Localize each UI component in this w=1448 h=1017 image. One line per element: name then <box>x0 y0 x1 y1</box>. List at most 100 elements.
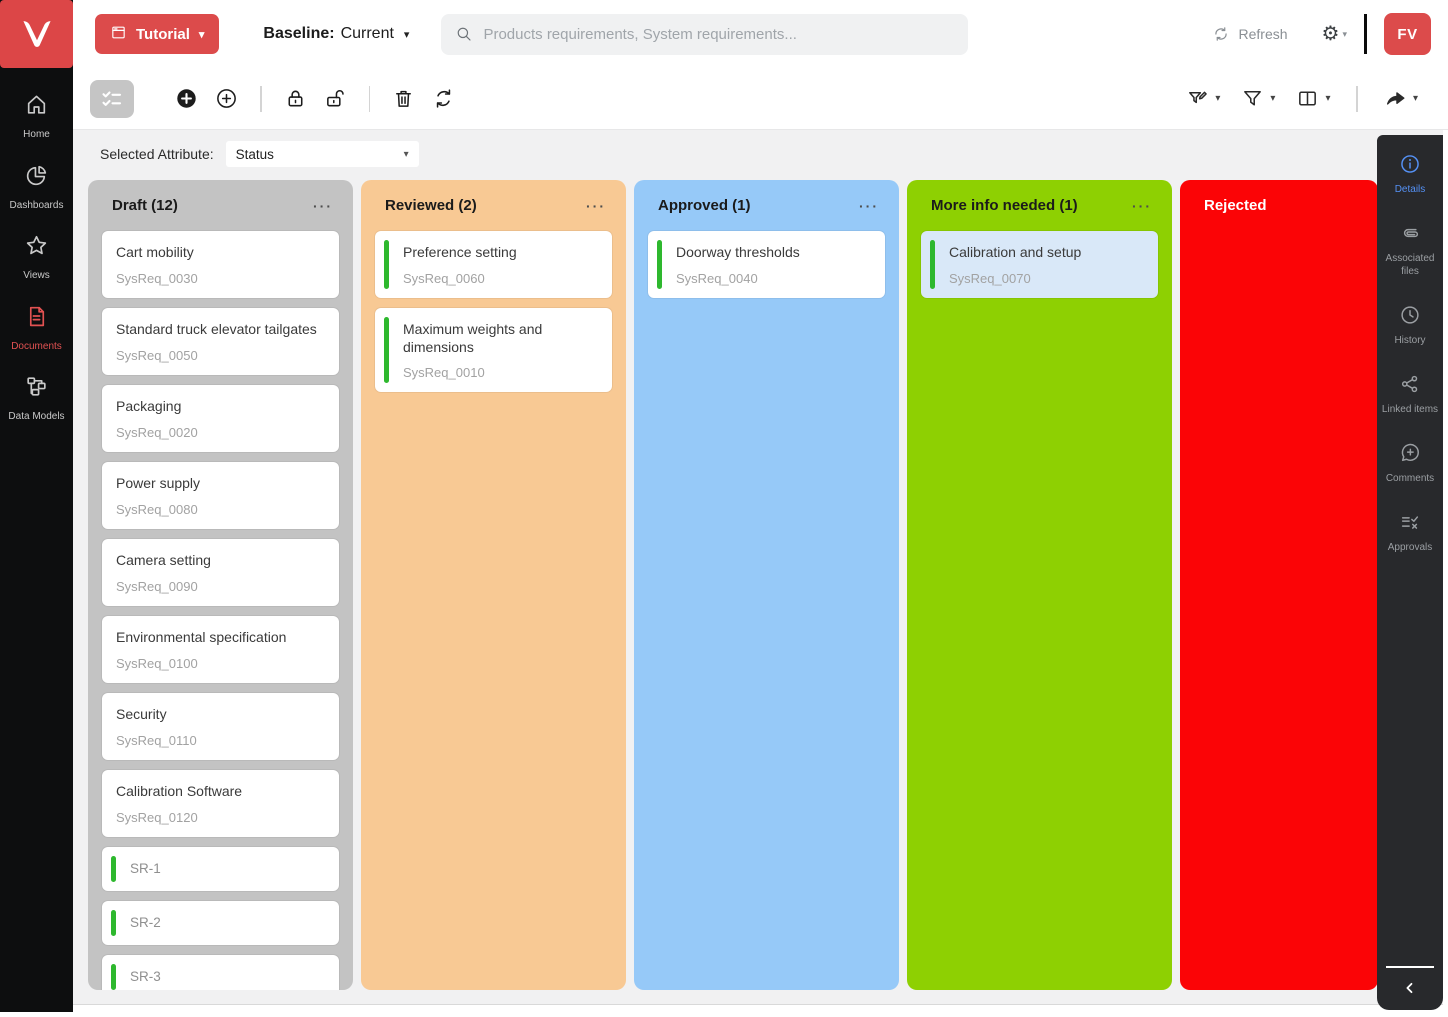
column-menu-icon[interactable]: ··· <box>859 199 879 213</box>
kanban-card[interactable]: Camera setting SysReq_0090 <box>102 539 339 606</box>
panel-tab-details[interactable]: Details <box>1377 153 1443 196</box>
left-nav: Home Dashboards Views Documents Data Mod… <box>0 68 73 423</box>
panel-tab-associated-files[interactable]: Associated files <box>1377 222 1443 278</box>
right-sidebar: Details Associated files History Linked … <box>1377 135 1443 1010</box>
status-bar <box>384 240 389 289</box>
panel-tab-label: Approvals <box>1387 542 1433 553</box>
caret-down-icon: ▾ <box>1270 93 1276 104</box>
lock-button[interactable] <box>284 87 307 110</box>
kanban-column: Rejected ··· <box>1180 180 1378 990</box>
selected-attribute-label: Selected Attribute: <box>100 146 214 162</box>
collapse-divider <box>1386 966 1434 968</box>
project-selector-button[interactable]: Tutorial ▾ <box>95 14 220 54</box>
kanban-card[interactable]: SR-1 <box>102 847 339 891</box>
card-title: SR-2 <box>130 915 161 930</box>
header-divider <box>1364 14 1367 54</box>
window-icon <box>110 24 127 45</box>
kanban-card[interactable]: Cart mobility SysReq_0030 <box>102 231 339 298</box>
collapse-panel-button[interactable] <box>1377 966 1443 1010</box>
share-button[interactable]: ▾ <box>1384 87 1418 110</box>
sidebar-item-views[interactable]: Views <box>0 233 73 282</box>
unlock-button[interactable] <box>324 87 347 110</box>
comments-icon <box>1399 442 1421 464</box>
panel-tab-label: Associated files <box>1385 253 1435 277</box>
sidebar-item-data-models[interactable]: Data Models <box>0 374 73 423</box>
delete-icon <box>392 87 415 110</box>
kanban-card[interactable]: Calibration and setup SysReq_0070 <box>921 231 1158 298</box>
card-title: Maximum weights and dimensions <box>403 321 543 355</box>
columns-button[interactable]: ▾ <box>1296 87 1330 110</box>
card-id: SysReq_0110 <box>116 732 197 748</box>
filter-edit-button[interactable]: ▾ <box>1186 87 1220 110</box>
kanban-card[interactable]: Power supply SysReq_0080 <box>102 462 339 529</box>
kanban-card[interactable]: Environmental specification SysReq_0100 <box>102 616 339 683</box>
history-icon <box>1399 304 1421 326</box>
filter-button[interactable]: ▾ <box>1241 87 1275 110</box>
panel-tab-history[interactable]: History <box>1377 304 1443 347</box>
column-menu-icon[interactable]: ··· <box>1132 199 1152 213</box>
column-header: Reviewed (2) ··· <box>361 180 626 218</box>
caret-down-icon: ▾ <box>1412 93 1418 104</box>
column-header: More info needed (1) ··· <box>907 180 1172 218</box>
sidebar-item-label: Views <box>23 270 50 281</box>
toolbar-divider <box>260 85 262 112</box>
column-menu-icon[interactable]: ··· <box>586 199 606 213</box>
kanban-card[interactable]: SR-3 <box>102 955 339 990</box>
user-avatar[interactable]: FV <box>1384 13 1431 55</box>
add-outline-button[interactable] <box>215 87 238 110</box>
refresh-button[interactable]: Refresh <box>1212 25 1288 43</box>
sidebar-item-dashboards[interactable]: Dashboards <box>0 163 73 212</box>
card-title: Packaging <box>116 398 182 414</box>
card-id: SysReq_0120 <box>116 809 198 825</box>
settings-button[interactable]: ⚙ ▾ <box>1322 24 1347 44</box>
kanban-card[interactable]: Maximum weights and dimensions SysReq_00… <box>375 308 612 392</box>
card-title: Standard truck elevator tailgates <box>116 321 317 337</box>
filter-icon <box>1241 87 1264 110</box>
status-bar <box>930 240 935 289</box>
sidebar-item-label: Data Models <box>8 411 65 422</box>
column-title: More info needed (1) <box>931 197 1078 214</box>
kanban-card[interactable]: Calibration Software SysReq_0120 <box>102 770 339 837</box>
card-id: SysReq_0080 <box>116 501 198 517</box>
kanban-column: Draft (12) ··· Cart mobility SysReq_0030… <box>88 180 353 990</box>
card-title: Environmental specification <box>116 629 287 645</box>
lock-icon <box>284 87 307 110</box>
panel-tab-linked-items[interactable]: Linked items <box>1377 373 1443 416</box>
status-bar <box>657 240 662 289</box>
paperclip-icon <box>1399 222 1421 244</box>
kanban-column: More info needed (1) ··· Calibration and… <box>907 180 1172 990</box>
sidebar-item-documents[interactable]: Documents <box>0 304 73 353</box>
baseline-selector[interactable]: Baseline: Current ▾ <box>263 25 409 43</box>
panel-tab-comments[interactable]: Comments <box>1377 442 1443 485</box>
kanban-card[interactable]: Security SysReq_0110 <box>102 693 339 760</box>
panel-tab-approvals[interactable]: Approvals <box>1377 511 1443 554</box>
kanban-card[interactable]: Preference setting SysReq_0060 <box>375 231 612 298</box>
card-id: SysReq_0090 <box>116 578 198 594</box>
column-cards: Doorway thresholds SysReq_0040 <box>634 218 899 990</box>
selected-attribute-dropdown[interactable]: Status ▾ <box>225 141 419 167</box>
sidebar-item-home[interactable]: Home <box>0 92 73 141</box>
kanban-card[interactable]: Packaging SysReq_0020 <box>102 385 339 452</box>
kanban-card[interactable]: SR-2 <box>102 901 339 945</box>
board-content: Selected Attribute: Status ▾ Draft (12) … <box>73 130 1443 1005</box>
column-header: Rejected ··· <box>1180 180 1378 218</box>
app-logo[interactable] <box>0 0 73 68</box>
restore-button[interactable] <box>432 87 455 110</box>
column-menu-icon[interactable]: ··· <box>313 199 333 213</box>
share-icon <box>1384 87 1407 110</box>
kanban-card[interactable]: Doorway thresholds SysReq_0040 <box>648 231 885 298</box>
search-input[interactable] <box>483 25 955 43</box>
chevron-left-icon <box>1401 979 1419 997</box>
kanban-card[interactable]: Standard truck elevator tailgates SysReq… <box>102 308 339 375</box>
delete-button[interactable] <box>392 87 415 110</box>
column-header: Approved (1) ··· <box>634 180 899 218</box>
refresh-label: Refresh <box>1238 26 1288 42</box>
approvals-icon <box>1399 511 1421 533</box>
gear-icon: ⚙ <box>1321 23 1340 45</box>
multi-select-button[interactable] <box>90 79 134 118</box>
status-bar <box>111 964 116 990</box>
add-filled-button[interactable] <box>175 87 198 110</box>
card-title: Camera setting <box>116 552 211 568</box>
global-search[interactable] <box>441 13 969 55</box>
restore-icon <box>432 87 455 110</box>
